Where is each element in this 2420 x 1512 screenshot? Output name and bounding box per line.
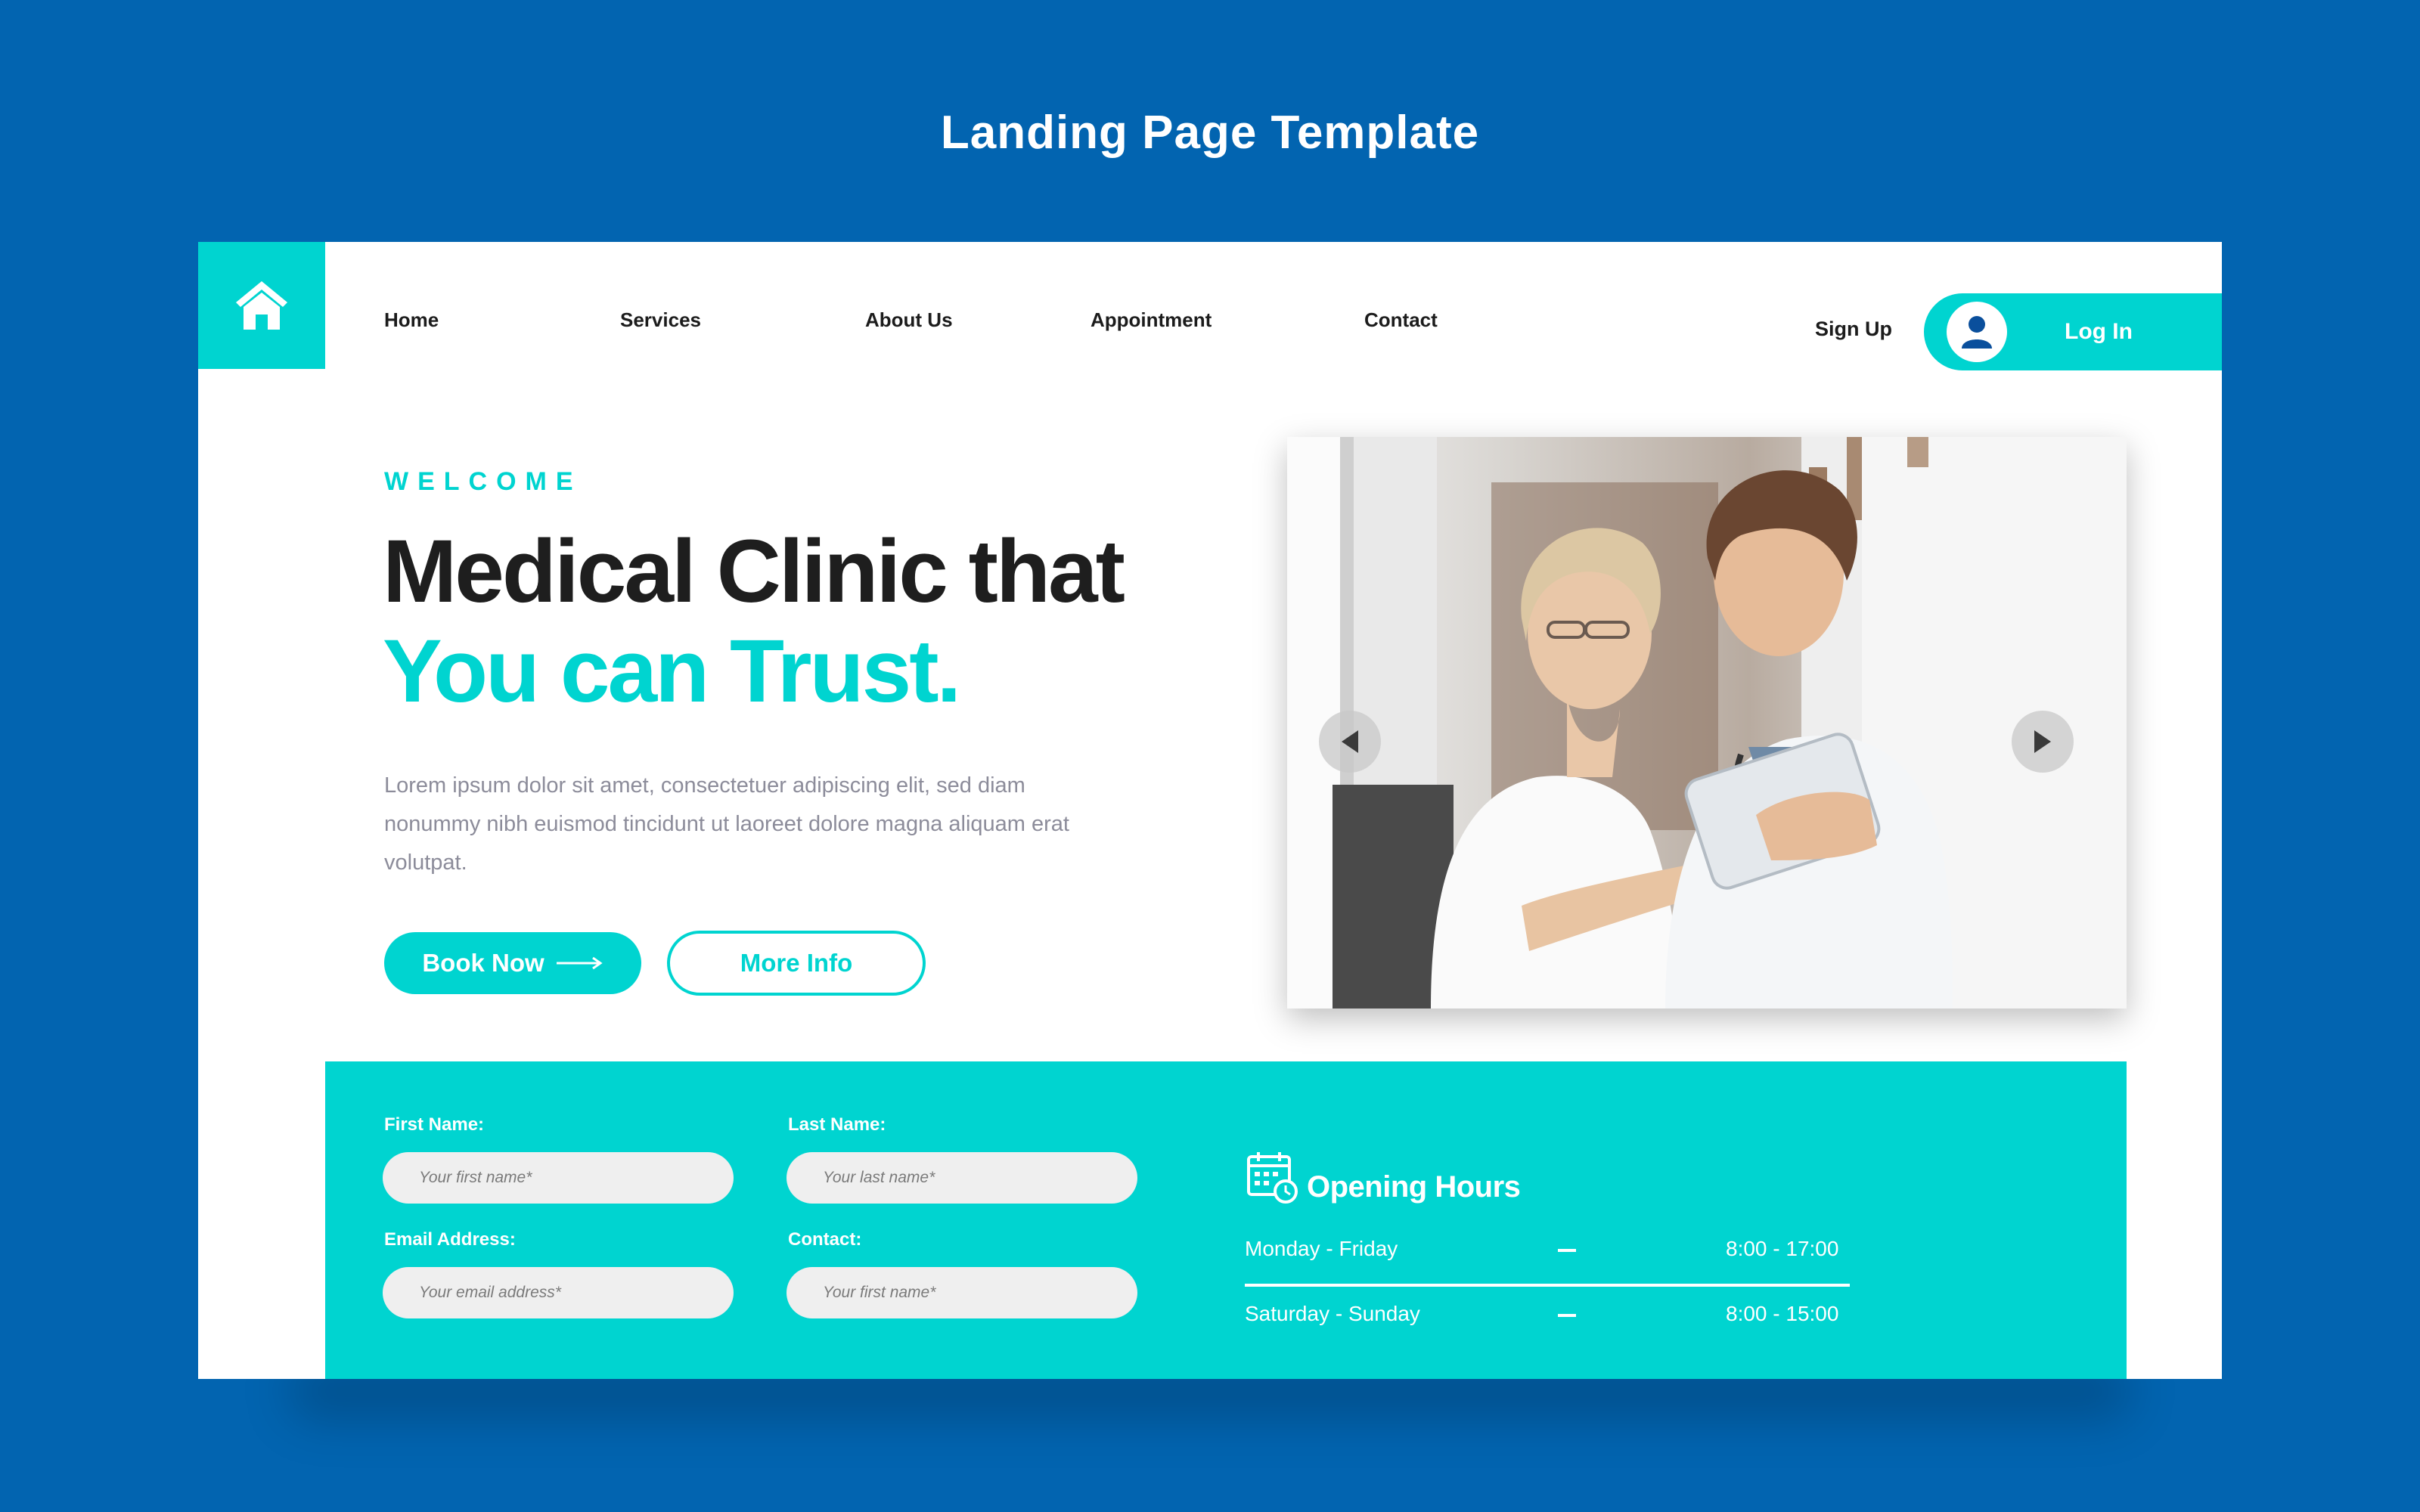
- avatar: [1947, 302, 2007, 362]
- headline-line2: You can Trust.: [383, 621, 961, 721]
- last-name-label: Last Name:: [788, 1114, 886, 1135]
- nav-contact[interactable]: Contact: [1364, 308, 1438, 332]
- arrow-right-icon: [556, 956, 603, 970]
- nav-appointment[interactable]: Appointment: [1091, 308, 1212, 332]
- hours-dash: [1558, 1249, 1576, 1252]
- first-name-input[interactable]: [383, 1152, 734, 1204]
- landing-card: Home Services About Us Appointment Conta…: [198, 242, 2222, 1379]
- user-icon: [1962, 316, 1992, 349]
- signup-link[interactable]: Sign Up: [1815, 318, 1892, 341]
- appointment-band: First Name: Last Name: Email Address: Co…: [325, 1061, 2127, 1379]
- hours-dash: [1558, 1314, 1576, 1317]
- carousel-next-button[interactable]: [2012, 711, 2074, 773]
- email-input[interactable]: [383, 1267, 734, 1318]
- first-name-label: First Name:: [384, 1114, 485, 1135]
- nav-about-us[interactable]: About Us: [865, 308, 953, 332]
- book-now-label: Book Now: [422, 949, 544, 977]
- more-info-button[interactable]: More Info: [667, 931, 926, 996]
- email-label: Email Address:: [384, 1229, 516, 1250]
- opening-hours-title: Opening Hours: [1307, 1170, 1521, 1204]
- login-label: Log In: [2065, 319, 2133, 344]
- hours-row-time: 8:00 - 17:00: [1726, 1237, 1839, 1260]
- hero-body-text: Lorem ipsum dolor sit amet, consectetuer…: [384, 773, 1069, 875]
- book-now-button[interactable]: Book Now: [384, 932, 641, 994]
- doctor-patient-illustration: [1287, 437, 2127, 1009]
- home-icon: [236, 281, 287, 330]
- chevron-left-icon: [1342, 730, 1358, 753]
- eyebrow-welcome: WELCOME: [384, 467, 582, 496]
- hours-row-days: Saturday - Sunday: [1245, 1302, 1420, 1325]
- hours-row-days: Monday - Friday: [1245, 1237, 1398, 1260]
- login-button[interactable]: Log In: [1924, 293, 2222, 370]
- logo[interactable]: [198, 242, 325, 369]
- hero-photo: [1287, 437, 2127, 1009]
- calendar-clock-icon: [1247, 1152, 1298, 1204]
- nav-home[interactable]: Home: [384, 308, 439, 332]
- nav-services[interactable]: Services: [620, 308, 701, 332]
- headline-line1: Medical Clinic that: [383, 522, 1125, 621]
- last-name-input[interactable]: [786, 1152, 1137, 1204]
- chevron-right-icon: [2034, 730, 2051, 753]
- contact-label: Contact:: [788, 1229, 862, 1250]
- contact-input[interactable]: [786, 1267, 1137, 1318]
- carousel-prev-button[interactable]: [1319, 711, 1381, 773]
- hours-row-time: 8:00 - 15:00: [1726, 1302, 1839, 1325]
- page-title: Landing Page Template: [940, 107, 1480, 159]
- hours-divider: [1245, 1284, 1850, 1287]
